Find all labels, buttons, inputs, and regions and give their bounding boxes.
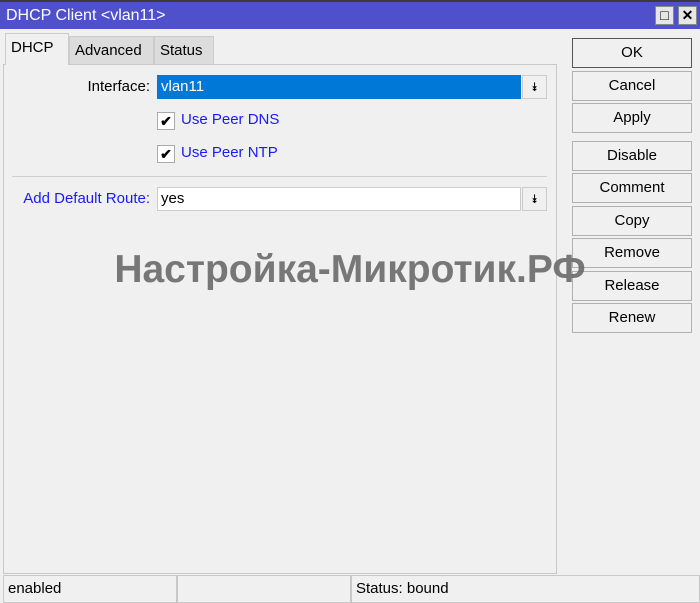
- use-peer-ntp-checkbox[interactable]: ✔: [157, 145, 175, 163]
- use-peer-ntp-label: Use Peer NTP: [181, 144, 278, 161]
- renew-button[interactable]: Renew: [572, 303, 692, 333]
- interface-select[interactable]: vlan11: [157, 75, 521, 99]
- tab-dhcp[interactable]: DHCP: [5, 33, 69, 65]
- watermark: Настройка-Микротик.РФ: [114, 248, 586, 291]
- comment-button[interactable]: Comment: [572, 173, 692, 203]
- interface-label: Interface:: [87, 78, 150, 95]
- status-middle: [177, 575, 351, 603]
- ok-button[interactable]: OK: [572, 38, 692, 68]
- dhcp-panel: [3, 64, 557, 574]
- interface-dropdown-icon[interactable]: ⯯: [522, 75, 547, 99]
- use-peer-dns-label: Use Peer DNS: [181, 111, 280, 128]
- tab-status[interactable]: Status: [154, 36, 214, 65]
- apply-button[interactable]: Apply: [572, 103, 692, 133]
- disable-button[interactable]: Disable: [572, 141, 692, 171]
- add-default-route-select[interactable]: yes: [157, 187, 521, 211]
- use-peer-dns-checkbox[interactable]: ✔: [157, 112, 175, 130]
- cancel-button[interactable]: Cancel: [572, 71, 692, 101]
- maximize-icon[interactable]: □: [655, 6, 674, 25]
- title-bar: DHCP Client <vlan11>: [0, 0, 700, 29]
- window-title: DHCP Client <vlan11>: [6, 7, 166, 24]
- status-bound: Status: bound: [351, 575, 700, 603]
- divider: [12, 176, 547, 177]
- status-enabled: enabled: [3, 575, 177, 603]
- add-default-route-dropdown-icon[interactable]: ⯯: [522, 187, 547, 211]
- add-default-route-label: Add Default Route:: [23, 190, 150, 207]
- close-icon[interactable]: ✕: [678, 6, 697, 25]
- tab-advanced[interactable]: Advanced: [69, 36, 154, 65]
- copy-button[interactable]: Copy: [572, 206, 692, 236]
